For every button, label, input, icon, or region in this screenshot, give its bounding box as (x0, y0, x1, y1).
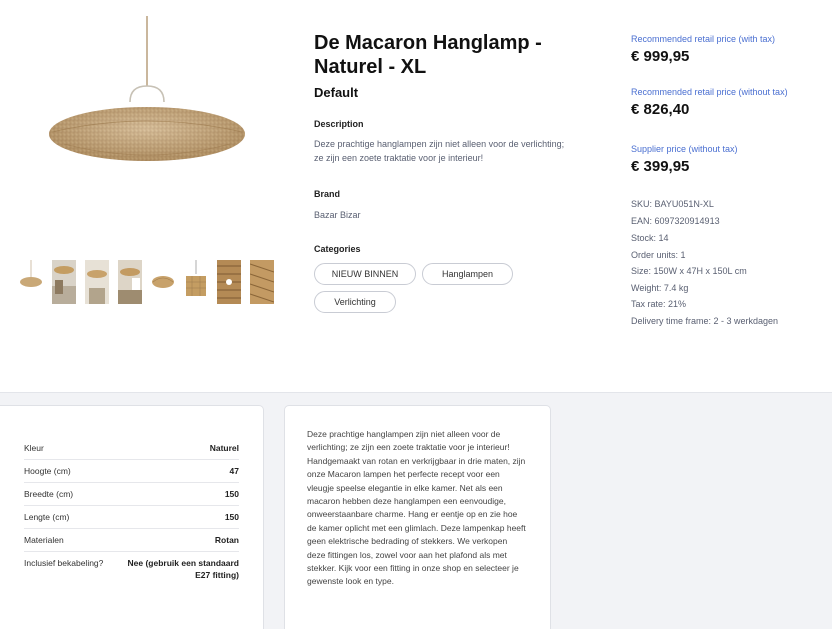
supplier-price-label: Supplier price (without tax) (631, 144, 738, 154)
spec-value: Naturel (209, 443, 239, 453)
sku-text: SKU: BAYU051N-XL (631, 199, 714, 209)
thumbnail-5[interactable] (151, 260, 175, 304)
thumbnail-1[interactable] (19, 260, 43, 304)
spec-row: Inclusief bekabeling? Nee (gebruik een s… (24, 552, 239, 586)
ean-text: EAN: 6097320914913 (631, 216, 720, 226)
retail-without-tax-label: Recommended retail price (without tax) (631, 87, 788, 97)
size-text: Size: 150W x 47H x 150L cm (631, 266, 747, 276)
thumbnail-8[interactable] (250, 260, 274, 304)
thumbnail-7[interactable] (217, 260, 241, 304)
description-text: Deze prachtige hanglampen zijn niet alle… (314, 139, 565, 163)
product-variant: Default (314, 85, 359, 100)
spec-value: 47 (229, 466, 239, 476)
spec-value: Rotan (214, 535, 239, 545)
category-pill-hanglampen[interactable]: Hanglampen (422, 263, 513, 285)
categories-label: Categories (314, 244, 361, 254)
thumbnail-3[interactable] (85, 260, 109, 304)
brand-value: Bazar Bizar (314, 210, 361, 220)
long-description-text: Deze prachtige hanglampen zijn niet alle… (307, 429, 526, 587)
category-pill-verlichting[interactable]: Verlichting (314, 291, 396, 313)
category-pill-nieuw-binnen[interactable]: NIEUW BINNEN (314, 263, 416, 285)
specifications-table: Kleur Naturel Hoogte (cm) 47 Breedte (cm… (24, 437, 239, 586)
thumbnail-strip (19, 260, 279, 306)
delivery-text: Delivery time frame: 2 - 3 werkdagen (631, 316, 779, 326)
spec-key: Hoogte (cm) (24, 466, 71, 476)
brand-label: Brand (314, 189, 341, 199)
spec-value: 150 (224, 512, 239, 522)
spec-key: Breedte (cm) (24, 489, 74, 499)
spec-row: Breedte (cm) 150 (24, 483, 239, 506)
product-header-section: De Macaron Hanglamp - Naturel - XL Defau… (0, 0, 832, 393)
spec-key: Kleur (24, 443, 44, 453)
spec-key: Lengte (cm) (24, 512, 70, 522)
thumbnail-4[interactable] (118, 260, 142, 304)
product-main-image[interactable] (44, 14, 250, 174)
order-units-text: Order units: 1 (631, 250, 686, 260)
product-title: De Macaron Hanglamp - Naturel - XL (314, 32, 542, 78)
tax-rate-text: Tax rate: 21% (631, 299, 687, 309)
spec-key: Inclusief bekabeling? (24, 558, 104, 568)
retail-with-tax-label: Recommended retail price (with tax) (631, 34, 776, 44)
supplier-price: € 399,95 (631, 158, 690, 175)
spec-row: Materialen Rotan (24, 529, 239, 552)
spec-row: Kleur Naturel (24, 437, 239, 460)
thumbnail-6[interactable] (184, 260, 208, 304)
stock-text: Stock: 14 (631, 233, 669, 243)
spec-value: Nee (gebruik een standaard E27 fitting) (127, 558, 239, 580)
spec-row: Hoogte (cm) 47 (24, 460, 239, 483)
retail-with-tax-price: € 999,95 (631, 48, 690, 65)
retail-without-tax-price: € 826,40 (631, 101, 690, 118)
spec-value: 150 (224, 489, 239, 499)
weight-text: Weight: 7.4 kg (631, 283, 689, 293)
spec-key: Materialen (24, 535, 64, 545)
thumbnail-2[interactable] (52, 260, 76, 304)
spec-row: Lengte (cm) 150 (24, 506, 239, 529)
description-label: Description (314, 119, 364, 129)
